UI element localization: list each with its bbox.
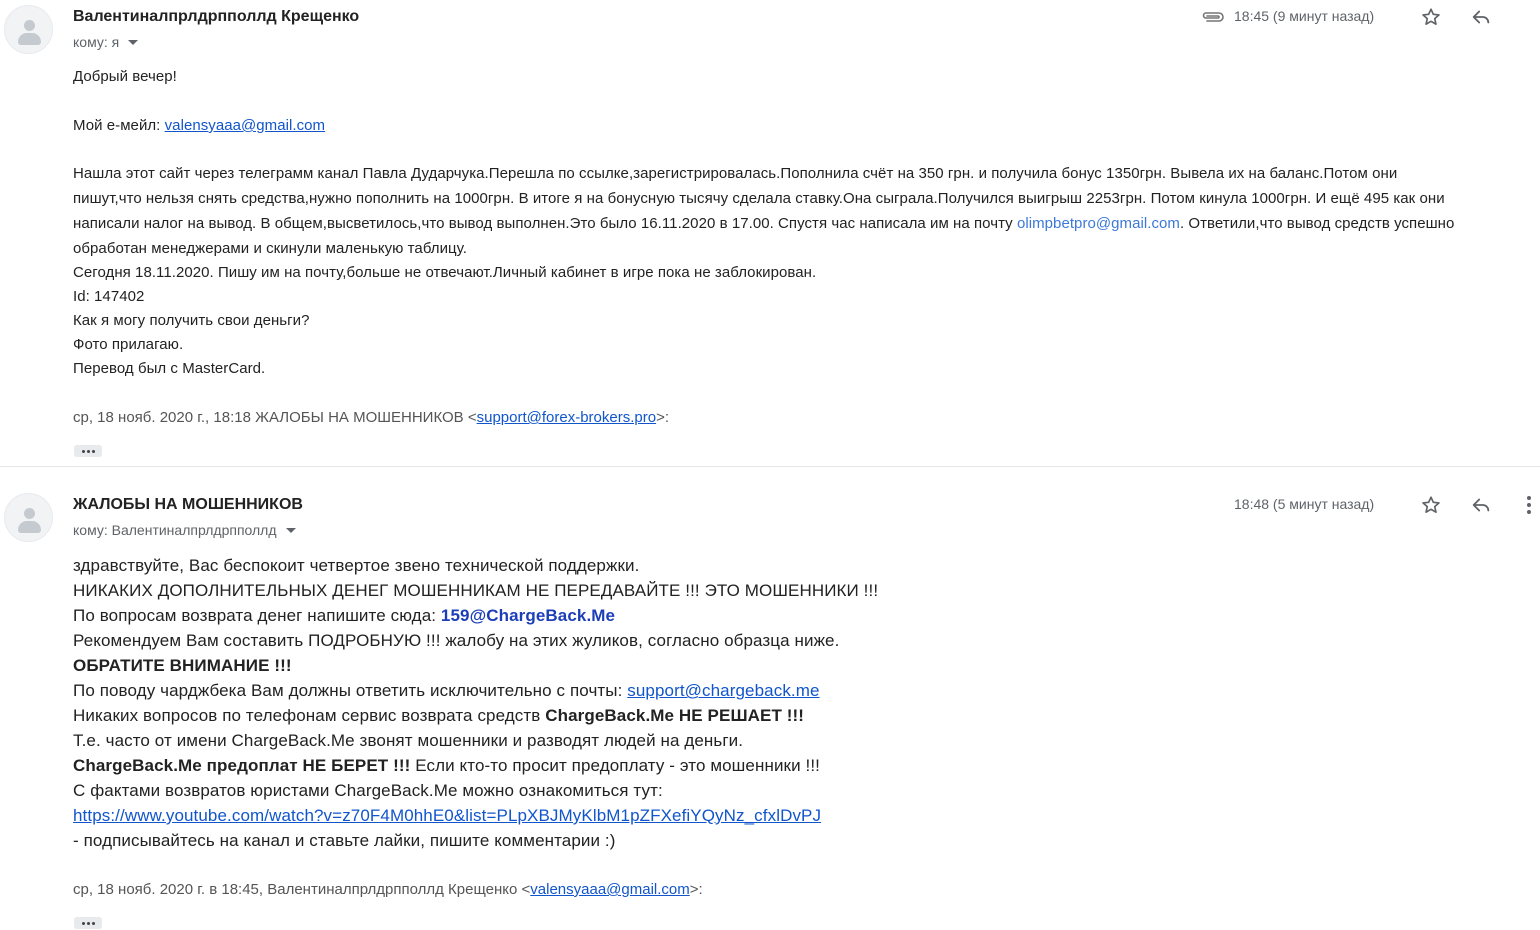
body-line: - подписывайтесь на канал и ставьте лайк… [73, 831, 616, 850]
reply-icon[interactable] [1468, 4, 1494, 30]
recipient-details-toggle[interactable]: кому: я [73, 34, 139, 50]
email-message-1: Валентиналпрлдрпполлд Крещенко кому: я 1… [0, 0, 1540, 466]
body-line: здравствуйте, Вас беспокоит четвертое зв… [73, 556, 640, 575]
sender-name[interactable]: Валентиналпрлдрпполлд Крещенко [73, 8, 359, 26]
body-text: . Ответили,что вывод средств успешно [1179, 215, 1455, 232]
quote-text: ср, 18 нояб. 2020 г., 18:18 ЖАЛОБЫ НА МО… [73, 409, 477, 426]
body-line: НИКАКИХ ДОПОЛНИТЕЛЬНЫХ ДЕНЕГ МОШЕННИКАМ … [73, 581, 879, 600]
body-text: написали налог на вывод. В общем,высвети… [73, 215, 1017, 232]
email-message-2: ЖАЛОБЫ НА МОШЕННИКОВ кому: Валентиналпрл… [0, 467, 1540, 930]
email-prefix-text: Мой е-мейл: [73, 117, 165, 134]
chargeback-email-link[interactable]: 159@ChargeBack.Me [441, 606, 615, 625]
quoted-email-link[interactable]: valensyaaa@gmail.com [530, 881, 689, 898]
body-line: По вопросам возврата денег напишите сюда… [73, 606, 615, 626]
body-paragraph-line: Id: 147402 [73, 288, 145, 305]
scam-email-link[interactable]: olimpbetpro@gmail.com [1017, 215, 1180, 232]
body-text-bold: ChargeBack.Me предоплат НЕ БЕРЕТ !!! [73, 756, 411, 775]
quoted-email-link[interactable]: support@forex-brokers.pro [477, 409, 656, 426]
body-text: По вопросам возврата денег напишите сюда… [73, 606, 441, 625]
chevron-down-icon [285, 528, 296, 533]
youtube-link[interactable]: https://www.youtube.com/watch?v=z70F4M0h… [73, 806, 821, 825]
body-line: С фактами возвратов юристами ChargeBack.… [73, 781, 663, 800]
sender-avatar[interactable] [4, 5, 53, 54]
body-line: ChargeBack.Me предоплат НЕ БЕРЕТ !!! Есл… [73, 756, 820, 776]
star-icon[interactable] [1418, 4, 1444, 30]
show-trimmed-content-button[interactable] [74, 445, 102, 457]
paperclip-icon [1200, 4, 1226, 30]
quote-text: ср, 18 нояб. 2020 г. в 18:45, Валентинал… [73, 881, 531, 898]
body-text: Никаких вопросов по телефонам сервис воз… [73, 706, 546, 725]
show-trimmed-content-button[interactable] [74, 917, 102, 929]
body-line: Рекомендуем Вам составить ПОДРОБНУЮ !!! … [73, 631, 840, 650]
body-line: Т.е. часто от имени ChargeBack.Me звонят… [73, 731, 744, 750]
reply-icon[interactable] [1468, 492, 1494, 518]
recipient-label: кому: я [73, 34, 120, 50]
star-icon[interactable] [1418, 492, 1444, 518]
body-paragraph-line: Фото прилагаю. [73, 336, 184, 353]
quote-text: >: [689, 881, 703, 898]
message-time[interactable]: 18:48 (5 минут назад) [1234, 496, 1374, 512]
sender-email-link[interactable]: valensyaaa@gmail.com [165, 117, 325, 134]
quote-text: >: [656, 409, 670, 426]
message-greeting: Добрый вечер! [73, 68, 177, 85]
body-line: По поводу чарджбека Вам должны ответить … [73, 681, 820, 701]
chevron-down-icon [128, 40, 139, 45]
body-paragraph-line: написали налог на вывод. В общем,высвети… [73, 215, 1454, 232]
support-email-link[interactable]: support@chargeback.me [627, 681, 819, 700]
quoted-header: ср, 18 нояб. 2020 г., 18:18 ЖАЛОБЫ НА МО… [73, 409, 669, 426]
body-paragraph-line: обработан менеджерами и скинули маленьку… [73, 240, 467, 257]
recipient-details-toggle[interactable]: кому: Валентиналпрлдрпполлд [73, 522, 296, 538]
sender-name[interactable]: ЖАЛОБЫ НА МОШЕННИКОВ [73, 496, 303, 514]
quoted-header: ср, 18 нояб. 2020 г. в 18:45, Валентинал… [73, 881, 703, 898]
body-paragraph-line: пишут,что нельзя снять средства,нужно по… [73, 190, 1445, 207]
body-paragraph-line: Как я могу получить свои деньги? [73, 312, 310, 329]
message-time[interactable]: 18:45 (9 минут назад) [1234, 8, 1374, 24]
body-line: https://www.youtube.com/watch?v=z70F4M0h… [73, 806, 821, 826]
body-paragraph-line: Сегодня 18.11.2020. Пишу им на почту,бол… [73, 264, 817, 281]
body-paragraph-line: Нашла этот сайт через телеграмм канал Па… [73, 165, 1398, 182]
body-text-bold: ChargeBack.Me НЕ РЕШАЕТ !!! [545, 706, 805, 725]
body-paragraph-line: Перевод был с MasterCard. [73, 360, 266, 377]
sender-avatar[interactable] [4, 493, 53, 542]
body-line-emphasis: ОБРАТИТЕ ВНИМАНИЕ !!! [73, 656, 292, 675]
sender-email-line: Мой е-мейл: valensyaaa@gmail.com [73, 117, 325, 134]
body-text: Если кто-то просит предоплату - это моше… [410, 756, 820, 775]
more-vert-icon[interactable] [1516, 492, 1540, 518]
body-line: Никаких вопросов по телефонам сервис воз… [73, 706, 804, 726]
body-text: По поводу чарджбека Вам должны ответить … [73, 681, 628, 700]
recipient-label: кому: Валентиналпрлдрпполлд [73, 522, 277, 538]
